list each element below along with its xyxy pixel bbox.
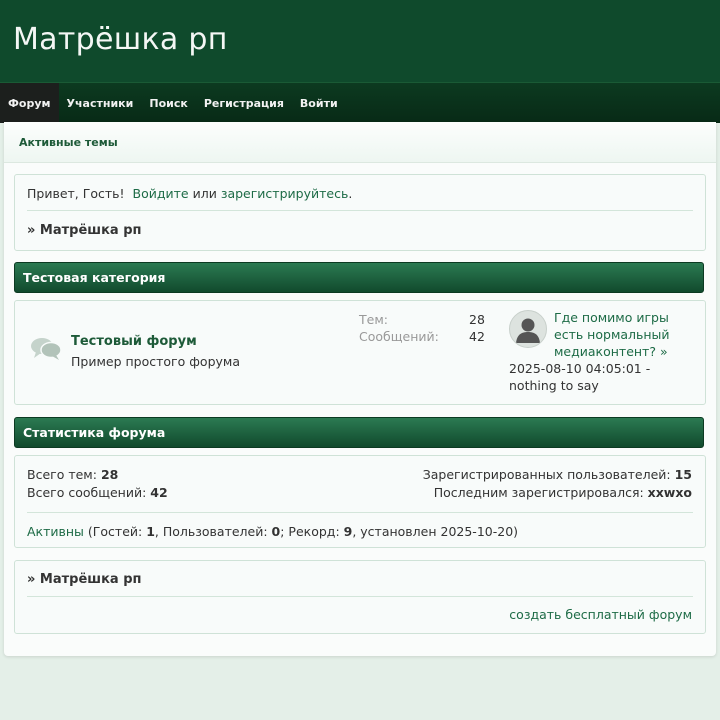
create-forum-link[interactable]: создать бесплатный форум: [509, 607, 692, 622]
welcome-panel: Привет, Гость! Войдите или зарегистрируй…: [14, 174, 706, 251]
forum-row: Тестовый форум Пример простого форума Те…: [14, 300, 706, 405]
divider: [27, 210, 693, 211]
divider: [27, 596, 693, 597]
nav-register[interactable]: Регистрация: [196, 83, 292, 123]
footer-panel: » Матрёшка рп создать бесплатный форум: [14, 560, 706, 634]
posts-label: Сообщений:: [359, 329, 439, 344]
welcome-text: Привет, Гость! Войдите или зарегистрируй…: [27, 186, 352, 201]
online-open: (Гостей:: [83, 524, 147, 539]
total-posts-label: Всего сообщений:: [27, 485, 147, 500]
registered-value: 15: [674, 467, 692, 482]
divider: [27, 512, 693, 513]
stats-header: Статистика форума: [14, 417, 704, 448]
last-registered-user-link[interactable]: xxwxo: [648, 485, 692, 500]
user-avatar-icon[interactable]: [509, 310, 547, 348]
nav-members[interactable]: Участники: [59, 83, 142, 123]
period-text: .: [348, 186, 353, 201]
nav-forum[interactable]: Форум: [0, 83, 59, 123]
main-navbar: Форум Участники Поиск Регистрация Войти: [0, 82, 720, 123]
last-post-link[interactable]: Где помимо игры есть нормальный медиакон…: [554, 309, 694, 360]
total-posts: Всего сообщений: 42: [27, 485, 168, 500]
active-topics-link[interactable]: Активные темы: [19, 136, 118, 149]
users-label: , Пользователей:: [154, 524, 272, 539]
site-title[interactable]: Матрёшка рп: [13, 22, 228, 57]
total-posts-value: 42: [150, 485, 168, 500]
total-topics-value: 28: [100, 467, 119, 482]
category-header[interactable]: Тестовая категория: [14, 262, 704, 293]
footer-breadcrumb[interactable]: » Матрёшка рп: [27, 572, 142, 587]
last-registered-label: Последним зарегистрировался:: [433, 485, 644, 500]
posts-count: 42: [469, 329, 485, 344]
site-header: Матрёшка рп: [0, 0, 720, 82]
forum-title-link[interactable]: Тестовый форум: [71, 334, 197, 349]
registered-users: Зарегистрированных пользователей: 15: [423, 467, 692, 482]
subnav-bar: Активные темы: [4, 122, 716, 163]
stats-panel: Всего тем: 28 Всего сообщений: 42 Зареги…: [14, 455, 706, 548]
total-topics-label: Всего тем:: [27, 467, 97, 482]
last-post-meta: 2025-08-10 04:05:01 - nothing to say: [509, 361, 651, 393]
forum-bubbles-icon: [30, 336, 62, 366]
topics-label: Тем:: [359, 312, 388, 327]
login-link[interactable]: Войдите: [133, 186, 189, 201]
registered-label: Зарегистрированных пользователей:: [422, 467, 671, 482]
online-link[interactable]: Активны: [27, 524, 84, 539]
last-registered: Последним зарегистрировался: xxwxo: [434, 485, 692, 500]
total-topics: Всего тем: 28: [27, 467, 118, 482]
forum-description: Пример простого форума: [71, 354, 240, 369]
record-set: , установлен 2025-10-20): [352, 524, 519, 539]
users-count: 0: [271, 524, 281, 539]
breadcrumb[interactable]: » Матрёшка рп: [27, 223, 142, 238]
register-link[interactable]: зарегистрируйтесь: [221, 186, 349, 201]
record-label: ; Рекорд:: [280, 524, 344, 539]
nav-search[interactable]: Поиск: [141, 83, 195, 123]
guests-count: 1: [146, 524, 155, 539]
main-content: Активные темы Привет, Гость! Войдите или…: [4, 122, 716, 656]
greeting-text: Привет, Гость!: [27, 186, 125, 201]
topics-count: 28: [469, 312, 485, 327]
online-line: Активны (Гостей: 1, Пользователей: 0; Ре…: [27, 524, 518, 539]
nav-login[interactable]: Войти: [292, 83, 346, 123]
or-text: или: [192, 186, 217, 201]
